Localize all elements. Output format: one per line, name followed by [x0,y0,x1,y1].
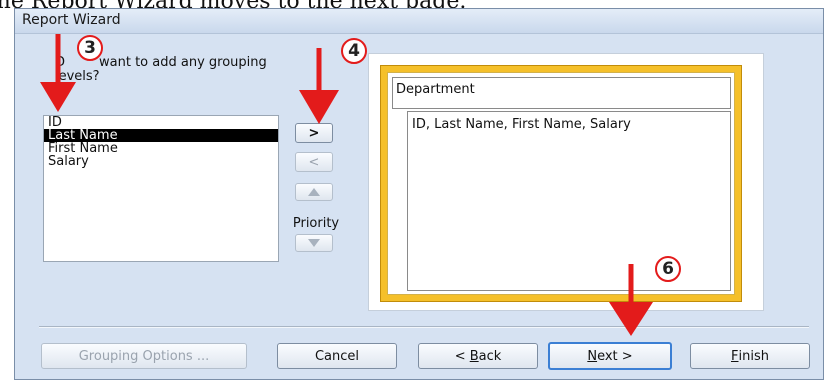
prompt-text-start: D [55,55,66,70]
finish-rest: inish [738,348,769,364]
callout-step-6: 6 [655,256,681,282]
footer-divider [39,326,809,328]
back-mnemonic: B [469,348,479,364]
callout-step-4: 4 [341,38,367,64]
report-preview: Department ID, Last Name, First Name, Sa… [368,53,764,311]
available-fields-list[interactable]: ID Last Name First Name Salary [43,115,279,262]
next-rest: ext > [597,348,633,364]
priority-up-button[interactable] [295,183,333,201]
callout-step-3: 3 [77,35,103,61]
priority-label: Priority [292,216,340,231]
triangle-up-icon [308,188,320,196]
title-bar: Report Wizard [15,9,823,34]
list-item-salary[interactable]: Salary [44,155,278,168]
grouping-prompt: Dwant to add any grouping levels? [55,56,345,84]
next-mnemonic: N [587,348,598,364]
preview-page: Department ID, Last Name, First Name, Sa… [387,72,735,295]
page-edge [0,250,6,374]
window-title: Report Wizard [22,12,121,28]
preview-border: Department ID, Last Name, First Name, Sa… [380,65,742,302]
back-rest: ack [478,348,502,364]
back-button[interactable]: < Back [418,343,538,369]
triangle-down-icon [308,239,320,247]
prompt-text-end: want to add any grouping [99,55,267,70]
next-button[interactable]: Next > [548,342,672,370]
detail-fields-box: ID, Last Name, First Name, Salary [407,111,731,291]
priority-down-button[interactable] [295,234,333,252]
group-header-box: Department [392,77,731,109]
finish-mnemonic: F [731,348,739,364]
grouping-options-button[interactable]: Grouping Options ... [41,343,247,369]
cancel-button[interactable]: Cancel [277,343,397,369]
finish-button[interactable]: Finish [690,343,810,369]
remove-grouping-button[interactable]: < [295,152,333,172]
prompt-text-line2: levels? [55,69,100,84]
add-grouping-button[interactable]: > [295,123,333,143]
back-prefix: < [454,348,470,364]
report-wizard-dialog: Report Wizard Dwant to add any grouping … [14,8,824,380]
